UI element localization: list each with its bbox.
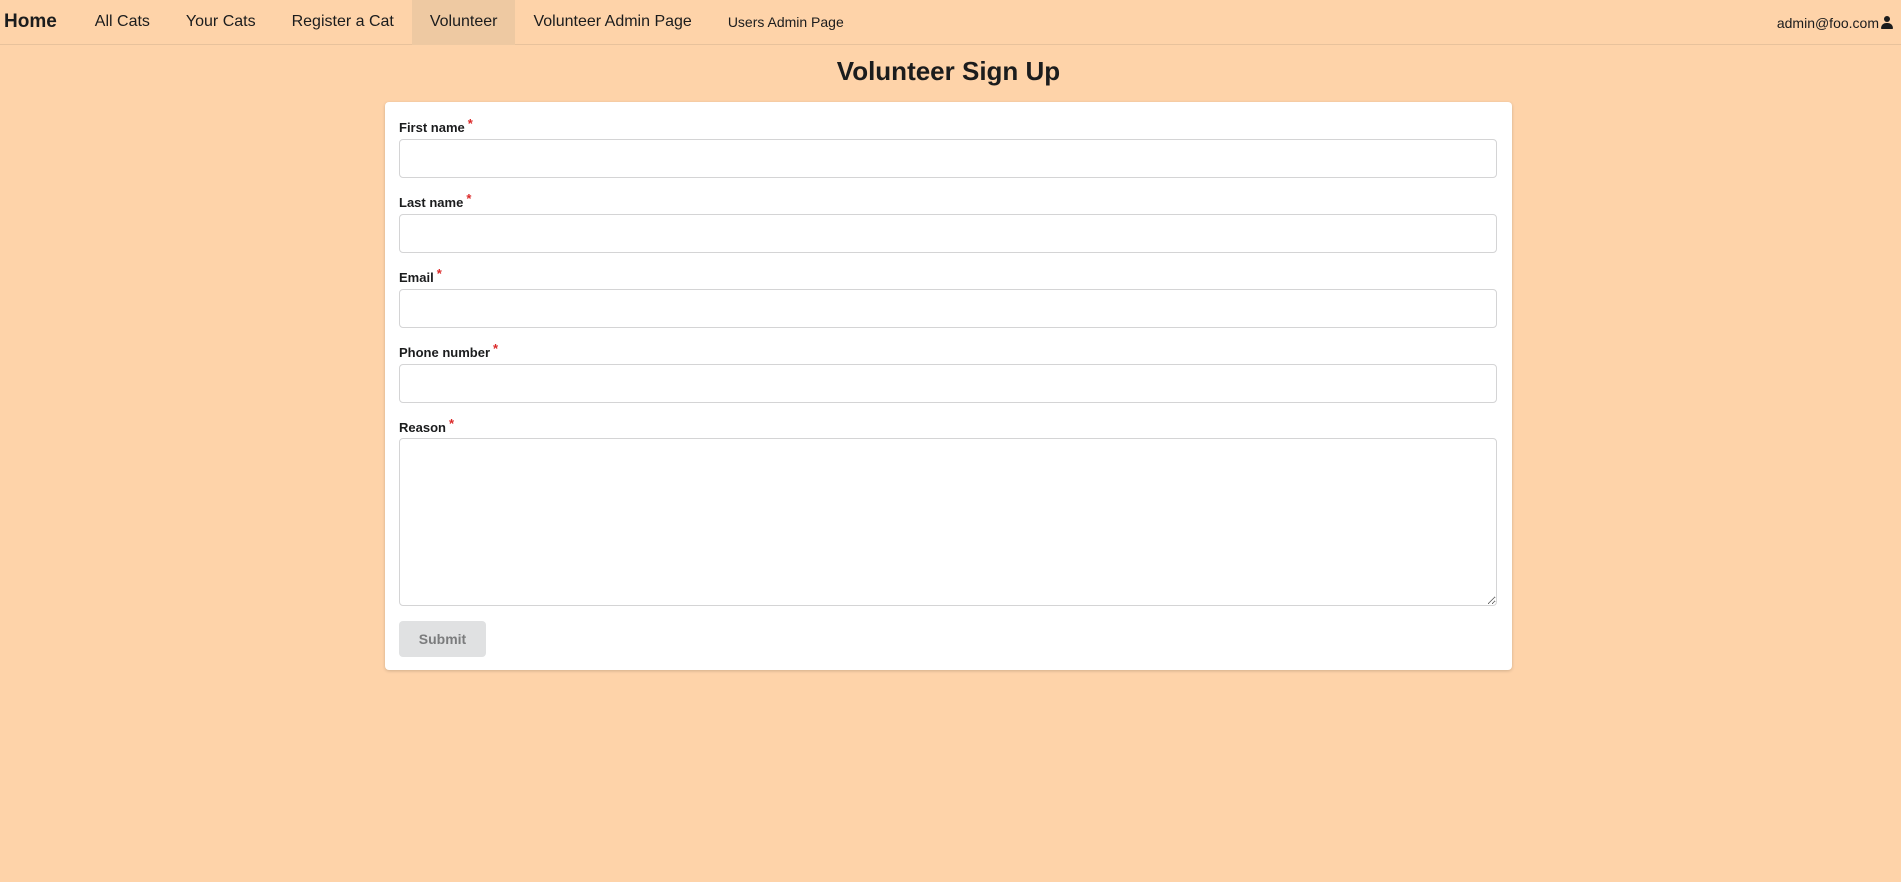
- user-menu[interactable]: admin@foo.com: [1777, 0, 1893, 45]
- page-title: Volunteer Sign Up: [836, 56, 1061, 86]
- nav-item-all-cats[interactable]: All Cats: [77, 0, 168, 45]
- email-input[interactable]: [399, 289, 1497, 328]
- phone-number-input[interactable]: [399, 364, 1497, 403]
- user-email: admin@foo.com: [1776, 14, 1879, 31]
- last-name-input[interactable]: [399, 214, 1497, 253]
- last-name-label: Last name *: [399, 191, 471, 210]
- top-nav-bar: Home All Cats Your Cats Register a Cat V…: [0, 0, 1901, 45]
- nav-item-volunteer[interactable]: Volunteer: [411, 0, 516, 45]
- nav-item-volunteer-admin[interactable]: Volunteer Admin Page: [515, 0, 709, 45]
- nav-item-your-cats[interactable]: Your Cats: [168, 0, 274, 45]
- email-label: Email *: [399, 266, 442, 285]
- first-name-label-text: First name: [399, 120, 465, 135]
- reason-label: Reason *: [399, 416, 454, 435]
- reason-label-text: Reason: [399, 420, 446, 435]
- reason-textarea[interactable]: [399, 438, 1497, 606]
- required-marker: *: [493, 341, 499, 356]
- required-marker: *: [467, 116, 473, 131]
- phone-number-label-text: Phone number: [399, 345, 491, 360]
- required-marker: *: [448, 416, 455, 431]
- submit-button[interactable]: Submit: [399, 621, 486, 657]
- email-label-text: Email: [399, 270, 434, 285]
- required-marker: *: [466, 191, 472, 206]
- user-icon: [1881, 16, 1893, 29]
- required-marker: *: [436, 266, 442, 281]
- phone-number-label: Phone number *: [399, 341, 498, 360]
- nav-item-users-admin[interactable]: Users Admin Page: [710, 0, 862, 45]
- volunteer-form-card: First name * Last name * Email * Phone numb…: [385, 102, 1512, 670]
- nav-item-register-cat[interactable]: Register a Cat: [274, 0, 412, 45]
- nav-home-link[interactable]: Home: [0, 0, 77, 45]
- first-name-input[interactable]: [399, 139, 1497, 178]
- first-name-label: First name *: [399, 116, 473, 135]
- last-name-label-text: Last name: [399, 195, 464, 210]
